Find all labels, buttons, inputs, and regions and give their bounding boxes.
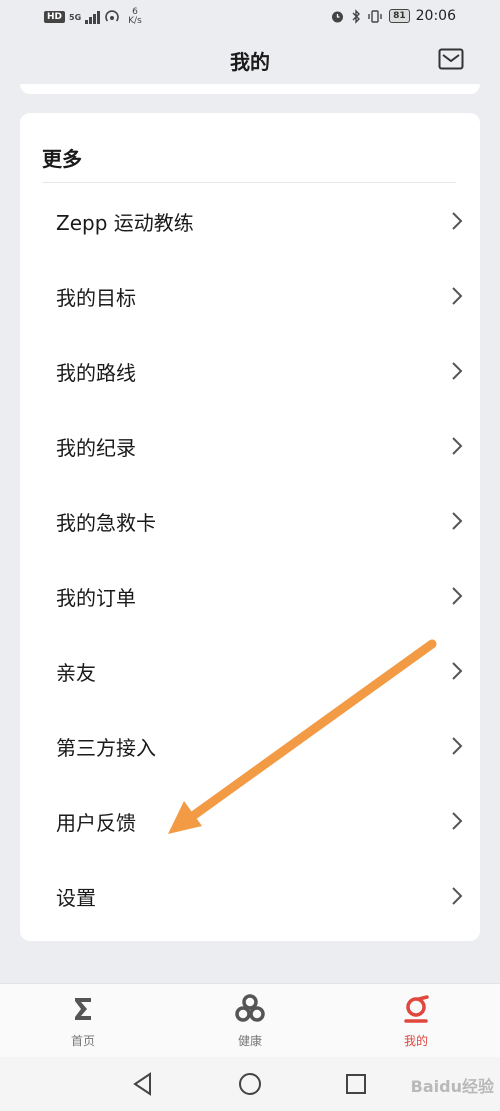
chevron-right-icon — [452, 437, 463, 455]
tab-label: 首页 — [70, 1034, 95, 1048]
status-bar: HD 5G 6 K/s 81 20:06 — [0, 0, 500, 34]
menu-item-feedback[interactable]: 用户反馈 — [20, 783, 480, 858]
menu-item-label: 我的路线 — [56, 361, 136, 385]
menu-item-label: 用户反馈 — [56, 811, 136, 835]
chevron-right-icon — [452, 512, 463, 530]
menu-item-friends[interactable]: 亲友 — [20, 633, 480, 708]
signal-icon — [85, 10, 101, 24]
menu-item-third-party[interactable]: 第三方接入 — [20, 708, 480, 783]
menu-item-label: 设置 — [56, 886, 96, 910]
menu-item-label: 第三方接入 — [56, 736, 156, 760]
chevron-right-icon — [452, 212, 463, 230]
bottom-tab-bar: 首页 健康 我的 — [0, 983, 500, 1058]
tab-label: 健康 — [237, 1034, 262, 1048]
vibrate-icon — [368, 9, 382, 23]
chevron-right-icon — [452, 362, 463, 380]
menu-item-my-orders[interactable]: 我的订单 — [20, 558, 480, 633]
status-left: HD 5G 6 K/s — [44, 8, 142, 26]
page-title: 我的 — [230, 50, 270, 74]
network-speed: 6 K/s — [128, 8, 142, 26]
page-header: 我的 — [0, 34, 500, 84]
network-type: 5G — [69, 12, 82, 22]
watermark: Baidu经验 — [410, 1077, 494, 1096]
health-icon — [235, 994, 265, 1022]
section-title: 更多 — [42, 147, 82, 171]
recent-apps-icon[interactable] — [343, 1071, 369, 1097]
back-icon[interactable] — [130, 1071, 156, 1097]
previous-card-edge — [20, 84, 480, 94]
menu-item-label: 亲友 — [56, 661, 96, 685]
clock: 20:06 — [415, 8, 456, 24]
status-right: 81 20:06 — [330, 8, 456, 24]
tab-mine[interactable]: 我的 — [356, 992, 476, 1049]
mail-icon[interactable] — [438, 48, 464, 70]
chevron-right-icon — [452, 887, 463, 905]
wifi-hotspot-icon — [105, 10, 119, 22]
sigma-icon — [75, 998, 91, 1020]
hd-badge: HD — [44, 11, 66, 23]
chevron-right-icon — [452, 737, 463, 755]
tab-home[interactable]: 首页 — [23, 992, 143, 1049]
chevron-right-icon — [452, 587, 463, 605]
profile-icon — [404, 995, 429, 1023]
menu-item-settings[interactable]: 设置 — [20, 858, 480, 933]
bluetooth-icon — [352, 8, 361, 24]
home-icon[interactable] — [237, 1071, 263, 1097]
menu-item-my-goals[interactable]: 我的目标 — [20, 258, 480, 333]
alarm-icon — [332, 11, 344, 22]
chevron-right-icon — [452, 662, 463, 680]
menu-item-zepp-coach[interactable]: Zepp 运动教练 — [20, 183, 480, 258]
menu-item-label: 我的订单 — [56, 586, 136, 610]
tab-health[interactable]: 健康 — [190, 992, 310, 1049]
menu-item-emergency-card[interactable]: 我的急救卡 — [20, 483, 480, 558]
tab-label: 我的 — [403, 1034, 428, 1048]
menu-item-label: 我的目标 — [56, 286, 136, 310]
more-card: 更多 Zepp 运动教练 我的目标 我的路线 我的纪录 我的急救卡 我的订单 亲… — [20, 113, 480, 941]
chevron-right-icon — [452, 812, 463, 830]
menu-list: Zepp 运动教练 我的目标 我的路线 我的纪录 我的急救卡 我的订单 亲友 第… — [20, 183, 480, 933]
battery-level: 81 — [389, 9, 410, 23]
menu-item-label: 我的急救卡 — [56, 511, 156, 535]
system-nav-bar: Baidu经验 — [0, 1057, 500, 1111]
menu-item-my-records[interactable]: 我的纪录 — [20, 408, 480, 483]
menu-item-label: Zepp 运动教练 — [56, 211, 194, 235]
menu-item-label: 我的纪录 — [56, 436, 136, 460]
menu-item-my-routes[interactable]: 我的路线 — [20, 333, 480, 408]
speed-unit: K/s — [128, 16, 142, 26]
chevron-right-icon — [452, 287, 463, 305]
